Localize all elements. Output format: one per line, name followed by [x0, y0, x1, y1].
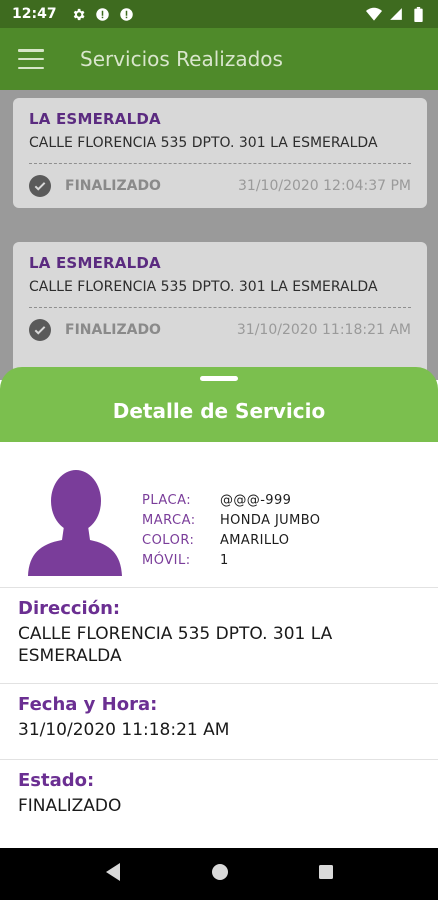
wifi-icon: [366, 6, 382, 22]
check-circle-icon: [29, 175, 51, 197]
service-card[interactable]: LA ESMERALDA CALLE FLORENCIA 535 DPTO. 3…: [13, 98, 427, 208]
check-circle-icon: [29, 319, 51, 341]
vehicle-details: PLACA: @@@-999 MARCA: HONDA JUMBO COLOR:…: [142, 490, 320, 570]
card-address: CALLE FLORENCIA 535 DPTO. 301 LA ESMERAL…: [29, 135, 378, 151]
card-datetime: 31/10/2020 12:04:37 PM: [238, 178, 411, 194]
card-status: FINALIZADO: [65, 322, 161, 338]
marca-value: HONDA JUMBO: [220, 512, 321, 528]
vehicle-row-placa: PLACA: @@@-999: [142, 490, 320, 510]
card-title: LA ESMERALDA: [29, 110, 161, 128]
fecha-section: Fecha y Hora: 31/10/2020 11:18:21 AM: [0, 684, 438, 760]
bottom-sheet-body: PLACA: @@@-999 MARCA: HONDA JUMBO COLOR:…: [0, 442, 438, 848]
back-icon[interactable]: [104, 862, 122, 886]
placa-label: PLACA:: [142, 492, 192, 508]
battery-icon: [410, 6, 426, 22]
vehicle-row-marca: MARCA: HONDA JUMBO: [142, 510, 320, 530]
signal-icon: [388, 6, 404, 22]
color-label: COLOR:: [142, 532, 195, 548]
card-address: CALLE FLORENCIA 535 DPTO. 301 LA ESMERAL…: [29, 279, 378, 295]
direccion-value: CALLE FLORENCIA 535 DPTO. 301 LA ESMERAL…: [18, 624, 333, 666]
card-status: FINALIZADO: [65, 178, 161, 194]
estado-label: Estado:: [18, 770, 95, 791]
estado-value: FINALIZADO: [18, 796, 122, 816]
service-card[interactable]: LA ESMERALDA CALLE FLORENCIA 535 DPTO. 3…: [13, 242, 427, 382]
hamburger-menu-icon[interactable]: [18, 49, 44, 69]
card-datetime: 31/10/2020 11:18:21 AM: [236, 322, 411, 338]
estado-section: Estado: FINALIZADO: [0, 760, 438, 848]
home-icon[interactable]: [211, 863, 229, 885]
avatar: [28, 468, 122, 576]
app-bar: Servicios Realizados: [0, 28, 438, 90]
fecha-value: 31/10/2020 11:18:21 AM: [18, 720, 230, 740]
drag-handle[interactable]: [200, 376, 238, 381]
movil-value: 1: [220, 552, 229, 568]
page-title: Servicios Realizados: [80, 47, 283, 71]
vehicle-info: PLACA: @@@-999 MARCA: HONDA JUMBO COLOR:…: [0, 442, 438, 588]
vehicle-row-color: COLOR: AMARILLO: [142, 530, 320, 550]
status-bar: 12:47: [0, 0, 438, 28]
recents-icon[interactable]: [318, 864, 334, 884]
marca-label: MARCA:: [142, 512, 196, 528]
color-value: AMARILLO: [220, 532, 290, 548]
navigation-bar: [0, 848, 438, 900]
fecha-label: Fecha y Hora:: [18, 694, 158, 715]
movil-label: MÓVIL:: [142, 552, 191, 568]
direccion-section: Dirección: CALLE FLORENCIA 535 DPTO. 301…: [0, 588, 438, 684]
sheet-title: Detalle de Servicio: [112, 399, 326, 423]
card-title: LA ESMERALDA: [29, 254, 161, 272]
placa-value: @@@-999: [220, 492, 292, 508]
gear-icon: [71, 6, 87, 22]
alert-icon: [119, 6, 135, 22]
vehicle-row-movil: MÓVIL: 1: [142, 550, 320, 570]
bottom-sheet-header[interactable]: Detalle de Servicio: [0, 367, 438, 442]
service-list: LA ESMERALDA CALLE FLORENCIA 535 DPTO. 3…: [0, 90, 438, 382]
alert-icon: [95, 6, 111, 22]
status-time: 12:47: [12, 6, 57, 22]
direccion-label: Dirección:: [18, 598, 121, 619]
